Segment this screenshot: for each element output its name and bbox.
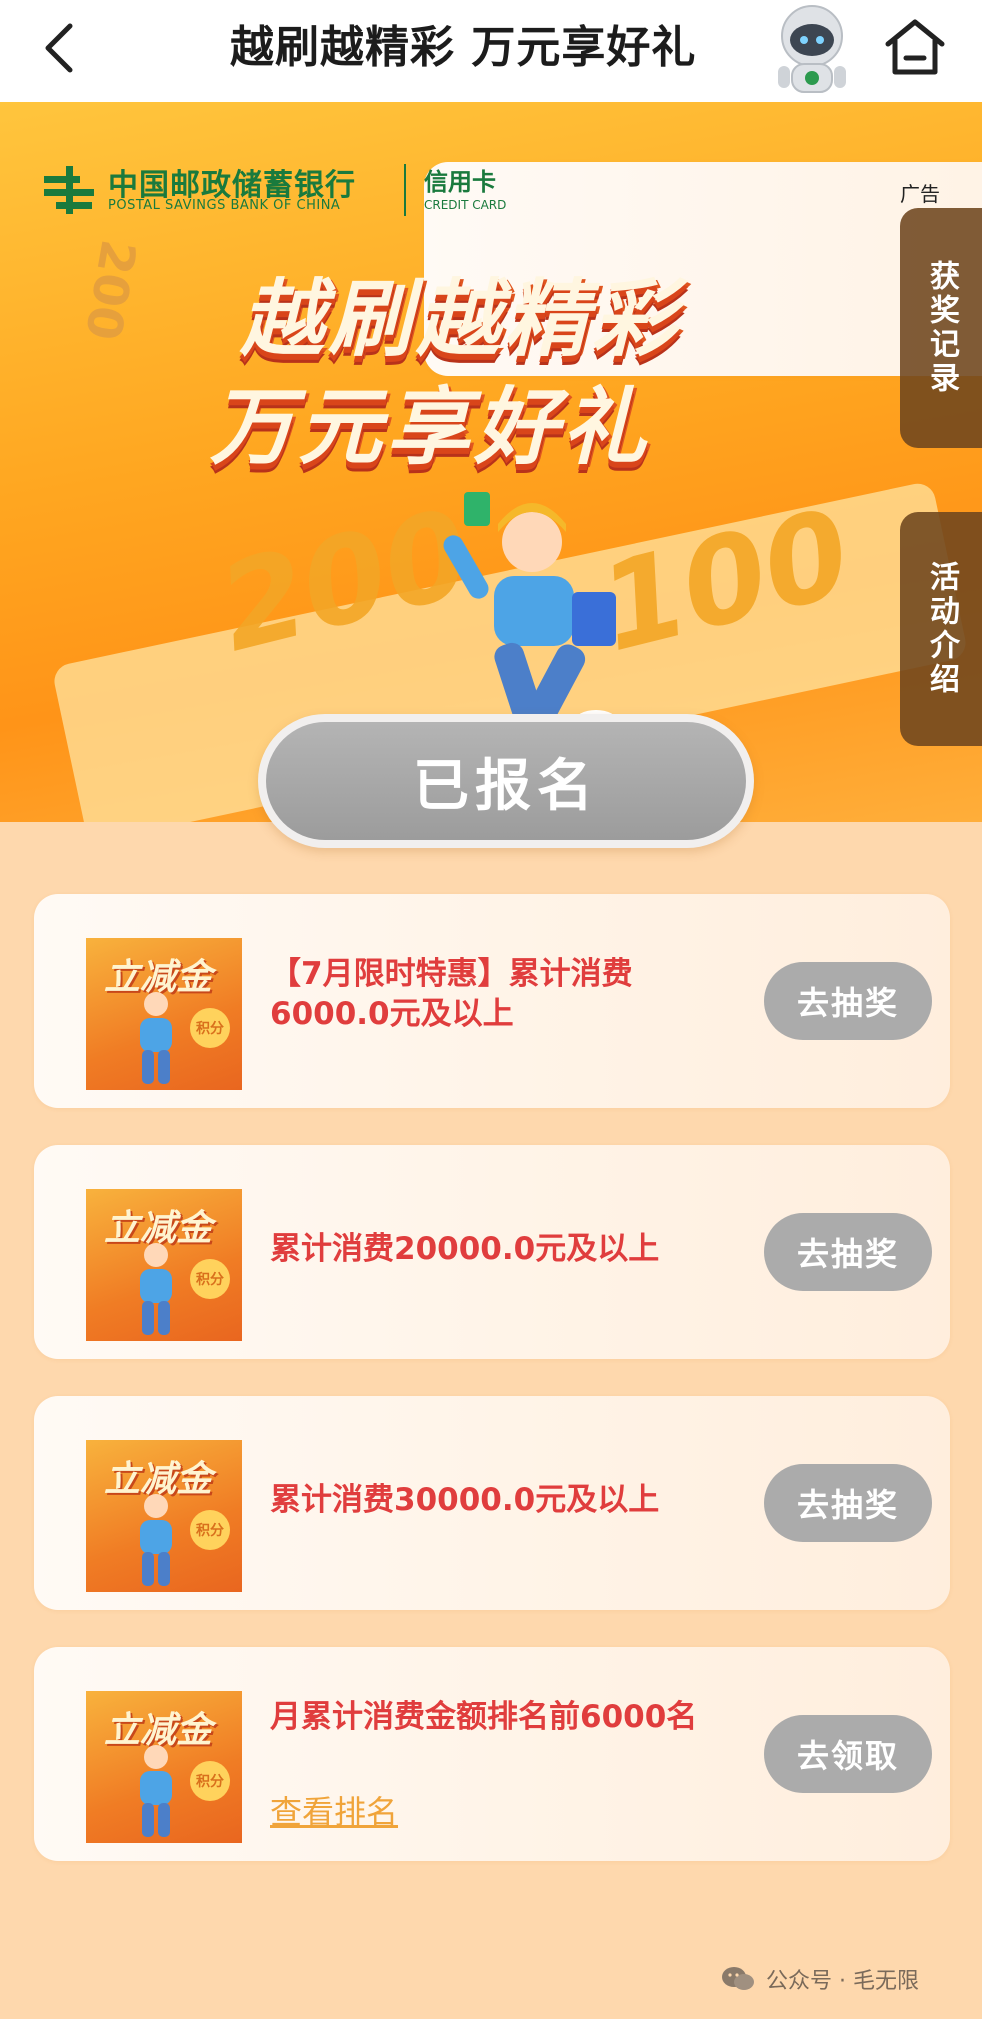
chevron-left-icon <box>45 23 73 73</box>
activity-intro-tab[interactable]: 活动介绍 <box>900 512 982 746</box>
home-button[interactable] <box>880 12 950 82</box>
home-icon <box>885 19 945 75</box>
postal-bank-logo-icon <box>44 166 94 214</box>
task-description: 月累计消费金额排名前6000名 <box>270 1699 698 1735</box>
points-coin: 积分 <box>190 1008 230 1048</box>
activity-intro-label: 活动介绍 <box>924 561 959 697</box>
watermark-text: 公众号 · 毛无限 <box>766 1969 919 1994</box>
view-ranking-link[interactable]: 查看排名 <box>270 1787 398 1833</box>
task-card-2: 立减金 积分 累计消费20000.0元及以上 去抽奖 <box>34 1145 950 1359</box>
points-coin: 积分 <box>190 1259 230 1299</box>
slogan-line-2: 万元享好礼 <box>210 378 651 476</box>
slogan-line-1: 越刷越精彩 <box>240 270 681 368</box>
logo-divider <box>404 164 406 216</box>
task-description: 【7月限时特惠】累计消费6000.0元及以上 <box>270 956 633 1032</box>
top-nav-bar: 越刷越精彩 万元享好礼 <box>0 0 982 102</box>
ticket-value-small: 200 <box>73 235 147 345</box>
points-coin: 积分 <box>190 1510 230 1550</box>
coupon-thumbnail: 立减金 积分 <box>86 938 242 1090</box>
task-card-4: 立减金 积分 月累计消费金额排名前6000名 查看排名 去领取 <box>34 1647 950 1861</box>
thumbnail-figure <box>140 1243 172 1335</box>
back-button[interactable] <box>28 16 92 80</box>
assistant-robot-icon[interactable] <box>766 0 858 96</box>
draw-prize-button[interactable]: 去抽奖 <box>764 962 932 1040</box>
coupon-thumbnail: 立减金 积分 <box>86 1440 242 1592</box>
bank-name-en: POSTAL SAVINGS BANK OF CHINA <box>108 198 341 213</box>
draw-prize-button[interactable]: 去抽奖 <box>764 1213 932 1291</box>
thumbnail-figure <box>140 992 172 1084</box>
coupon-thumbnail: 立减金 积分 <box>86 1189 242 1341</box>
page-title: 越刷越精彩 万元享好礼 <box>230 22 697 73</box>
thumbnail-figure <box>140 1494 172 1586</box>
task-description: 累计消费20000.0元及以上 <box>270 1231 660 1267</box>
winning-records-label: 获奖记录 <box>924 260 959 396</box>
source-watermark: 公众号 · 毛无限 <box>720 1962 919 1996</box>
credit-card-label-en: CREDIT CARD <box>424 198 507 212</box>
bank-logo: 中国邮政储蓄银行 POSTAL SAVINGS BANK OF CHINA 信用… <box>40 160 982 376</box>
thumbnail-figure <box>140 1745 172 1837</box>
claim-prize-button[interactable]: 去领取 <box>764 1715 932 1793</box>
registered-label: 已报名 <box>266 722 746 840</box>
task-description: 累计消费30000.0元及以上 <box>270 1482 660 1518</box>
registered-button[interactable]: 已报名 <box>258 714 754 848</box>
winning-records-tab[interactable]: 获奖记录 <box>900 208 982 448</box>
wechat-icon <box>722 1967 754 1990</box>
coupon-thumbnail: 立减金 积分 <box>86 1691 242 1843</box>
task-card-3: 立减金 积分 累计消费30000.0元及以上 去抽奖 <box>34 1396 950 1610</box>
points-coin: 积分 <box>190 1761 230 1801</box>
task-card-1: 立减金 积分 【7月限时特惠】累计消费6000.0元及以上 去抽奖 <box>34 894 950 1108</box>
draw-prize-button[interactable]: 去抽奖 <box>764 1464 932 1542</box>
ad-label: 广告 <box>900 182 940 206</box>
